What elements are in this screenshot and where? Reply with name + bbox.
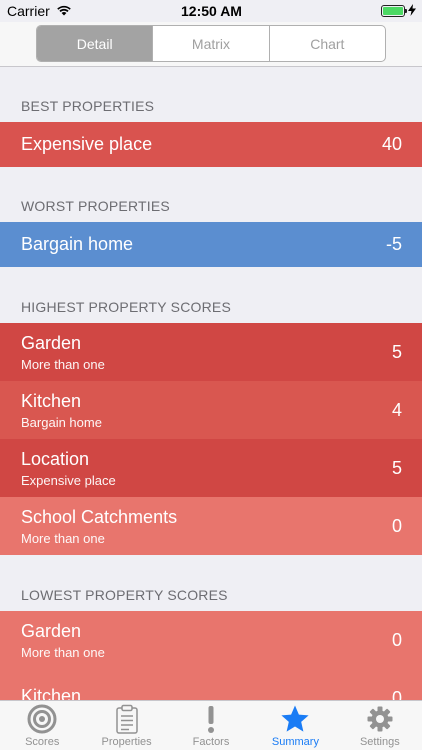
row-value: 5 xyxy=(391,341,402,362)
row-value: 0 xyxy=(391,687,402,701)
row-text: Kitchen xyxy=(21,686,81,700)
segmented-control-bar: Detail Matrix Chart xyxy=(0,22,422,67)
wifi-icon xyxy=(56,3,72,19)
status-time: 12:50 AM xyxy=(181,3,242,19)
summary-content[interactable]: BEST PROPERTIES Expensive place 40 WORST… xyxy=(0,67,422,700)
highest-score-row[interactable]: Location Expensive place 5 xyxy=(0,439,422,497)
status-right xyxy=(276,3,416,19)
row-subtitle: More than one xyxy=(21,530,105,546)
status-bar: Carrier 12:50 AM xyxy=(0,0,422,22)
worst-property-row[interactable]: Bargain home -5 xyxy=(0,222,422,267)
row-value: 0 xyxy=(391,515,402,536)
tab-label: Properties xyxy=(101,736,152,748)
section-header-highest: HIGHEST PROPERTY SCORES xyxy=(21,299,231,315)
lowest-score-row[interactable]: Kitchen 0 xyxy=(0,669,422,700)
row-subtitle: More than one xyxy=(21,644,105,660)
tab-properties[interactable]: Properties xyxy=(84,701,168,750)
row-text: Location Expensive place xyxy=(21,449,116,488)
view-segmented-control: Detail Matrix Chart xyxy=(36,25,386,62)
segment-matrix[interactable]: Matrix xyxy=(152,26,268,61)
row-title: Kitchen xyxy=(21,390,82,411)
row-title: Bargain home xyxy=(21,234,134,254)
section-header-worst: WORST PROPERTIES xyxy=(21,198,170,214)
highest-score-row[interactable]: School Catchments More than one 0 xyxy=(0,497,422,555)
exclamation-icon xyxy=(205,704,217,736)
tab-factors[interactable]: Factors xyxy=(169,701,253,750)
row-text: Kitchen Bargain home xyxy=(21,391,102,430)
row-text: Garden More than one xyxy=(21,333,105,372)
highest-score-row[interactable]: Kitchen Bargain home 4 xyxy=(0,381,422,439)
tab-label: Factors xyxy=(192,736,230,748)
battery-icon xyxy=(380,5,407,17)
segment-chart[interactable]: Chart xyxy=(268,26,385,61)
tab-label: Scores xyxy=(25,736,60,748)
row-value: 4 xyxy=(391,399,402,420)
status-left: Carrier xyxy=(7,3,147,19)
row-title: Kitchen xyxy=(21,686,82,700)
row-title: Location xyxy=(21,448,90,469)
row-subtitle: Expensive place xyxy=(21,472,116,488)
tab-label: Settings xyxy=(359,736,400,748)
clipboard-icon xyxy=(115,704,139,736)
tab-summary[interactable]: Summary xyxy=(253,701,337,750)
carrier-label: Carrier xyxy=(7,3,50,19)
row-subtitle: More than one xyxy=(21,356,105,372)
target-icon xyxy=(27,704,57,736)
row-value: 5 xyxy=(391,457,402,478)
row-value: 0 xyxy=(391,629,402,650)
segment-detail[interactable]: Detail xyxy=(37,26,153,61)
row-text: Garden More than one xyxy=(21,621,105,660)
charging-icon xyxy=(407,3,416,19)
row-title: Garden xyxy=(21,332,82,353)
row-subtitle: Bargain home xyxy=(21,414,102,430)
row-value: -5 xyxy=(385,234,402,254)
star-icon xyxy=(280,704,310,736)
tab-label: Summary xyxy=(271,736,319,748)
section-header-lowest: LOWEST PROPERTY SCORES xyxy=(21,587,228,603)
row-text: School Catchments More than one xyxy=(21,507,177,546)
best-property-row[interactable]: Expensive place 40 xyxy=(0,122,422,167)
row-title: School Catchments xyxy=(21,506,178,527)
section-header-best: BEST PROPERTIES xyxy=(21,98,155,114)
lowest-score-row[interactable]: Garden More than one 0 xyxy=(0,611,422,669)
gear-icon xyxy=(366,704,394,736)
battery-fill xyxy=(382,7,403,15)
highest-score-row[interactable]: Garden More than one 5 xyxy=(0,323,422,381)
tab-settings[interactable]: Settings xyxy=(338,701,422,750)
row-title: Expensive place xyxy=(21,134,153,154)
tab-scores[interactable]: Scores xyxy=(0,701,84,750)
row-title: Garden xyxy=(21,620,82,641)
row-value: 40 xyxy=(381,134,402,154)
tab-bar: Scores Properties Factors Summary Settin… xyxy=(0,700,422,750)
